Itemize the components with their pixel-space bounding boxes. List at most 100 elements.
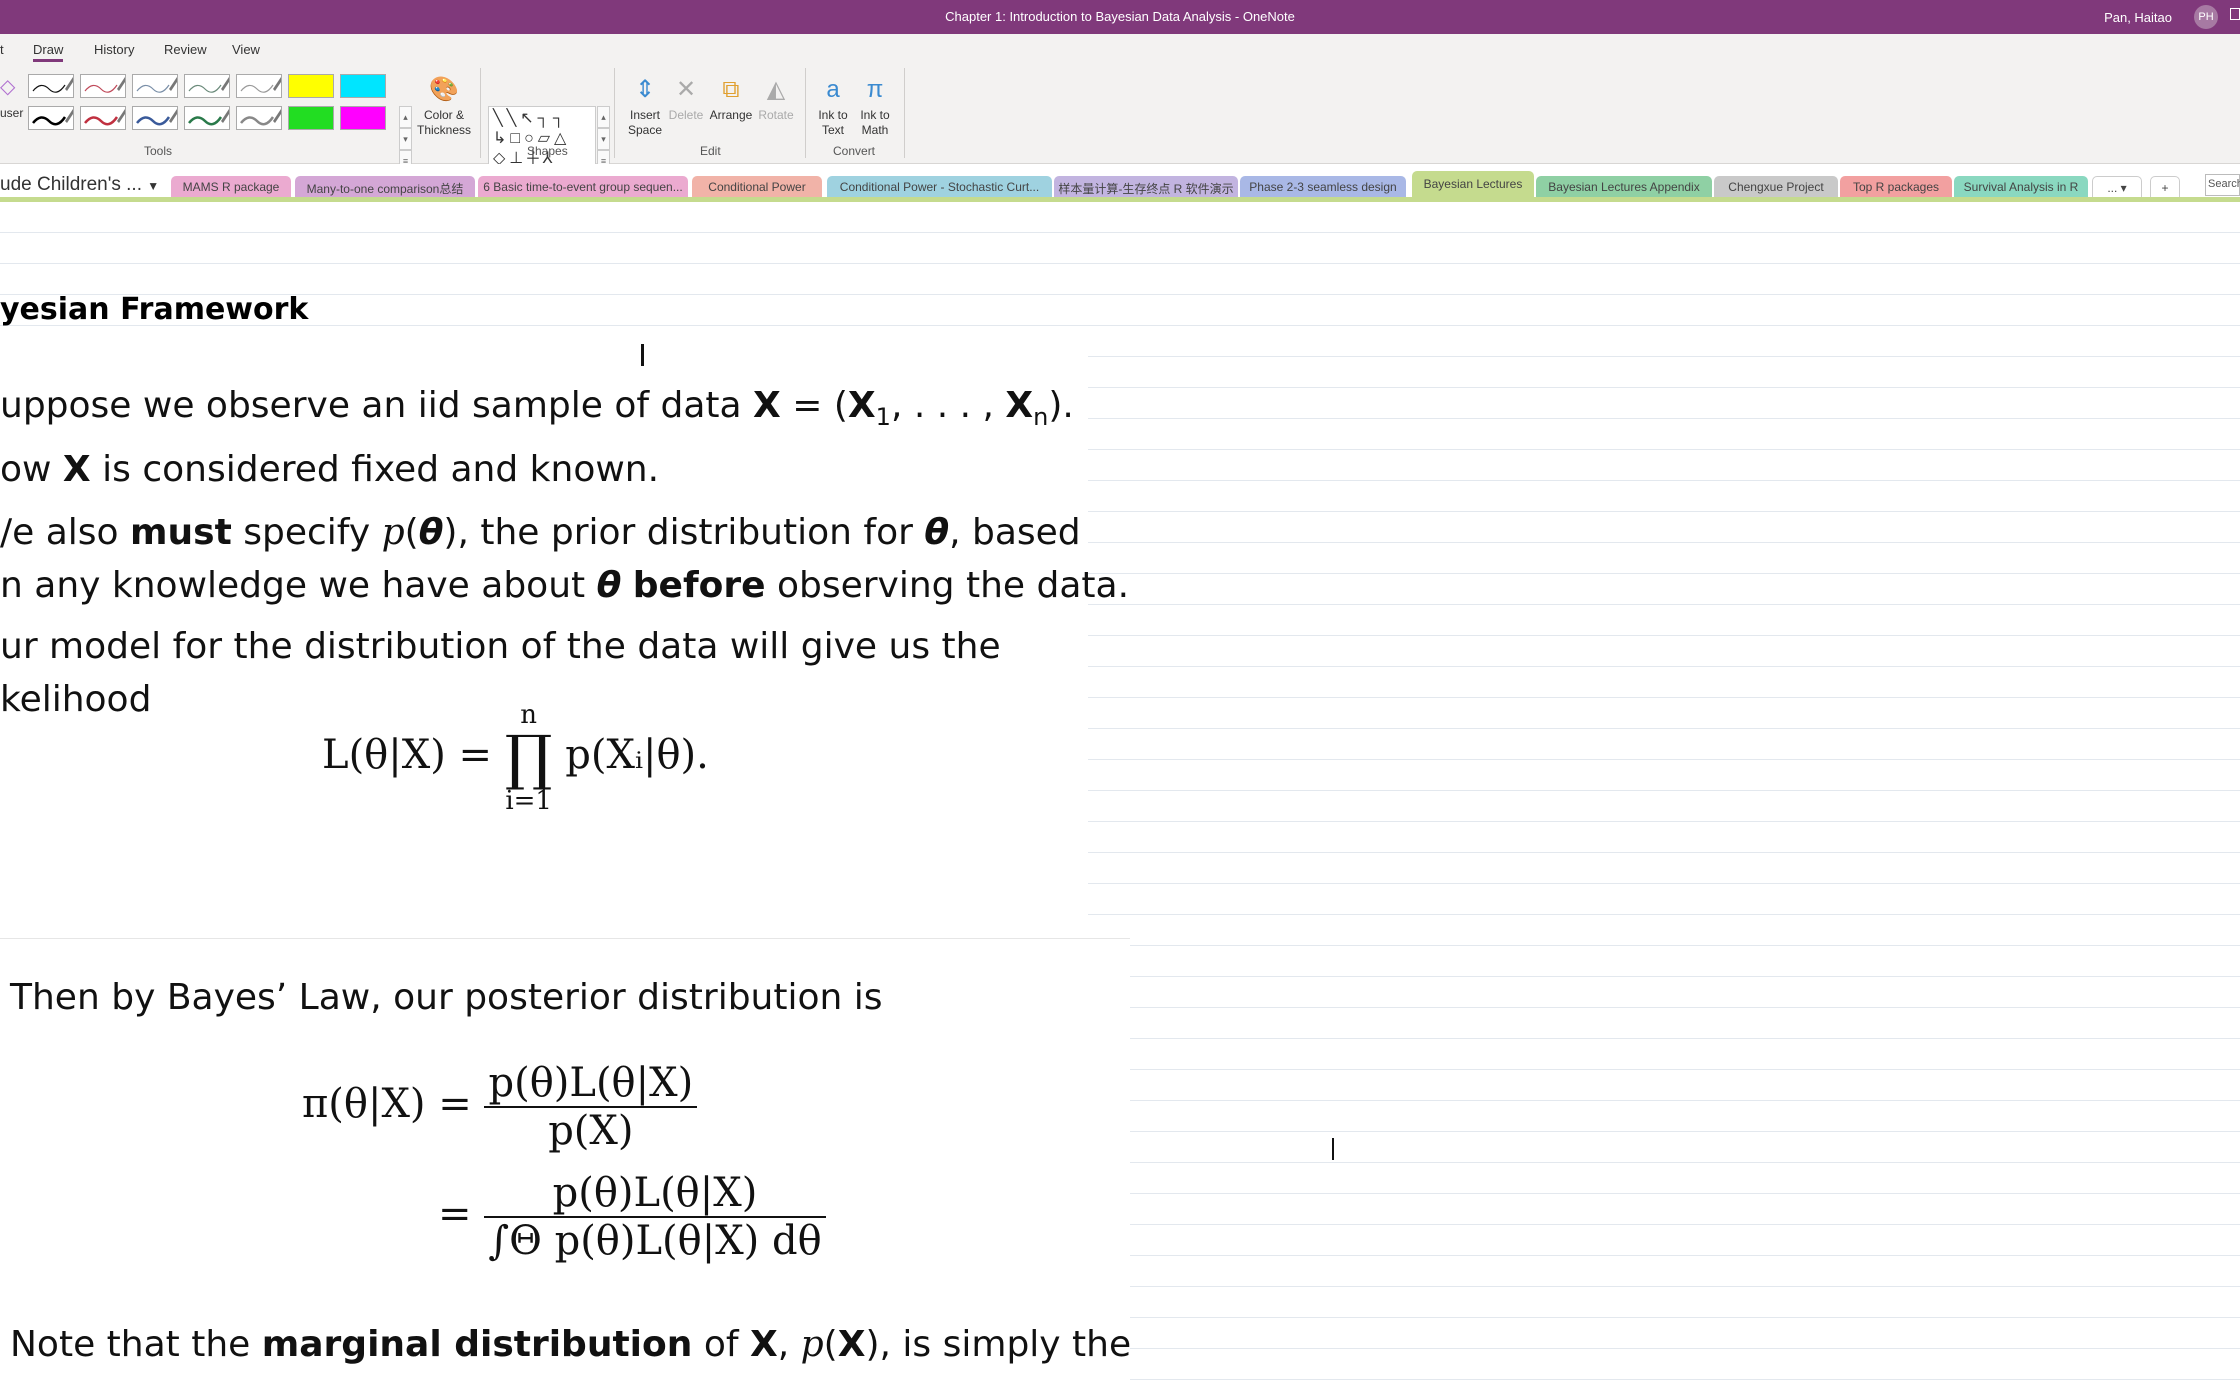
section-tab[interactable]: Chengxue Project	[1714, 176, 1838, 198]
ink-to-math-button[interactable]: π Ink to Math	[854, 72, 896, 138]
section-tab[interactable]: Bayesian Lectures	[1412, 171, 1534, 198]
more-sections-button[interactable]: ... ▾	[2092, 176, 2142, 198]
section-tab[interactable]: Survival Analysis in R	[1954, 176, 2088, 198]
highlighter-fill	[289, 75, 333, 97]
rotate-icon: ◭	[766, 76, 786, 103]
section-tab[interactable]: Many-to-one comparison总结	[295, 176, 475, 198]
pen-swatch[interactable]	[184, 106, 230, 130]
section-tabs-bar: ude Children's ... ▼ MAMS R package Many-…	[0, 164, 2240, 202]
text-segment: marginal distribution	[261, 1324, 693, 1365]
pen-stroke-icon	[188, 109, 229, 126]
arrange-icon: ⧉	[722, 76, 740, 103]
equals-sign: =	[438, 1191, 472, 1237]
highlighter-fill	[289, 107, 333, 129]
section-tab[interactable]: 样本量计算-生存终点 R 软件演示	[1054, 176, 1238, 198]
body-line: /e also must specify p(θ), the prior dis…	[0, 512, 1081, 553]
pen-stroke-icon	[32, 77, 73, 93]
section-tab[interactable]: Bayesian Lectures Appendix	[1536, 176, 1712, 198]
group-shapes-label: Shapes	[527, 144, 568, 158]
highlighter-fill	[341, 107, 385, 129]
pen-stroke-icon	[188, 77, 229, 93]
shapes-down-button[interactable]: ▾	[597, 128, 610, 150]
shapes-up-button[interactable]: ▴	[597, 106, 610, 128]
pen-swatch[interactable]	[28, 74, 74, 98]
pen-swatch[interactable]	[340, 74, 386, 98]
pen-stroke-icon	[240, 77, 281, 93]
text-segment: observing the data.	[765, 565, 1130, 606]
text-segment: must	[130, 512, 232, 553]
pen-swatch[interactable]	[288, 106, 334, 130]
tab-history[interactable]: History	[94, 42, 134, 57]
pen-swatch[interactable]	[340, 106, 386, 130]
pen-swatch[interactable]	[132, 106, 178, 130]
arrange-button[interactable]: ⧉ Arrange	[706, 72, 756, 123]
text-segment: ), the prior distribution for	[443, 512, 925, 553]
gallery-down-button[interactable]: ▾	[399, 128, 412, 150]
section-tab[interactable]: Top R packages	[1840, 176, 1952, 198]
avatar[interactable]: PH	[2194, 5, 2218, 29]
pen-swatch[interactable]	[184, 74, 230, 98]
search-input[interactable]: Search	[2205, 174, 2240, 196]
tab-draw[interactable]: Draw	[33, 42, 64, 62]
likelihood-rhs: p(Xᵢ|θ).	[565, 732, 709, 778]
eraser-label[interactable]: user	[0, 106, 23, 120]
text-segment: Note that the	[10, 1324, 262, 1365]
pen-swatch[interactable]	[236, 106, 282, 130]
section-tab[interactable]: Conditional Power	[692, 176, 822, 198]
restore-icon[interactable]	[2230, 8, 2240, 20]
pen-swatch[interactable]	[288, 74, 334, 98]
text-segment: X	[62, 449, 91, 490]
text-segment: , based	[949, 512, 1081, 553]
pen-swatch[interactable]	[28, 106, 74, 130]
pen-swatch[interactable]	[80, 106, 126, 130]
ink-to-math-label: Ink to Math	[860, 108, 890, 137]
text-segment: n any knowledge we have about	[0, 565, 597, 606]
tab-view[interactable]: View	[232, 42, 260, 57]
posterior-formula-expanded: = p(θ)L(θ|X) ∫Θ p(θ)L(θ|X) dθ	[438, 1170, 826, 1264]
add-section-button[interactable]: +	[2150, 176, 2180, 198]
text-segment: ow	[0, 449, 63, 490]
page-canvas[interactable]: yesian Framework uppose we observe an ii…	[0, 202, 2240, 1400]
section-heading: yesian Framework	[0, 292, 309, 327]
pen-swatch[interactable]	[80, 74, 126, 98]
pen-stroke-icon	[136, 109, 177, 126]
gallery-up-button[interactable]: ▴	[399, 106, 412, 128]
window-title: Chapter 1: Introduction to Bayesian Data…	[945, 9, 1295, 24]
text-segment: X	[1005, 385, 1034, 426]
section-tab[interactable]: Conditional Power - Stochastic Curt...	[827, 176, 1052, 198]
product-symbol: ∏	[504, 723, 553, 793]
text-segment: (	[404, 512, 419, 553]
section-tab[interactable]: MAMS R package	[171, 176, 291, 198]
tab-review[interactable]: Review	[164, 42, 207, 57]
delete-icon: ✕	[675, 76, 697, 103]
tab-insert[interactable]: t	[0, 42, 4, 57]
section-tab[interactable]: Phase 2-3 seamless design	[1240, 176, 1406, 198]
pen-swatch[interactable]	[132, 74, 178, 98]
group-edit-label: Edit	[700, 144, 721, 158]
text-segment: = (	[780, 385, 848, 426]
text-segment: θ	[596, 565, 622, 606]
text-segment: of	[692, 1324, 750, 1365]
insert-space-button[interactable]: ⇕ Insert Space	[624, 72, 666, 138]
shapes-gallery[interactable]: ╲╲↖┐┐ ↳□○▱△ ◇⊥┼⅄	[488, 106, 596, 170]
eraser-icon[interactable]: ◇	[0, 74, 15, 99]
ink-to-text-button[interactable]: a Ink to Text	[812, 72, 854, 138]
body-line: ow X is considered fixed and known.	[0, 449, 659, 490]
group-tools-label: Tools	[144, 144, 173, 158]
user-name[interactable]: Pan, Haitao	[2104, 10, 2172, 25]
text-segment: kelihood	[0, 679, 152, 720]
text-segment: 1	[875, 403, 891, 431]
notebook-selector[interactable]: ude Children's ... ▼	[0, 174, 159, 196]
arrange-label: Arrange	[709, 108, 753, 122]
text-segment: θ	[924, 512, 950, 553]
highlighter-fill	[341, 75, 385, 97]
color-thickness-button[interactable]: 🎨 Color & Thickness	[414, 72, 474, 138]
delete-button[interactable]: ✕ Delete	[666, 72, 706, 123]
text-cursor-icon	[641, 344, 644, 366]
rotate-button[interactable]: ◭ Rotate	[756, 72, 796, 123]
text-segment: uppose we observe an iid sample of data	[0, 385, 754, 426]
pen-swatch[interactable]	[236, 74, 282, 98]
text-segment: is considered fixed and known.	[90, 449, 660, 490]
title-bar: Chapter 1: Introduction to Bayesian Data…	[0, 0, 2240, 34]
section-tab[interactable]: 6 Basic time-to-event group sequen...	[478, 176, 688, 198]
